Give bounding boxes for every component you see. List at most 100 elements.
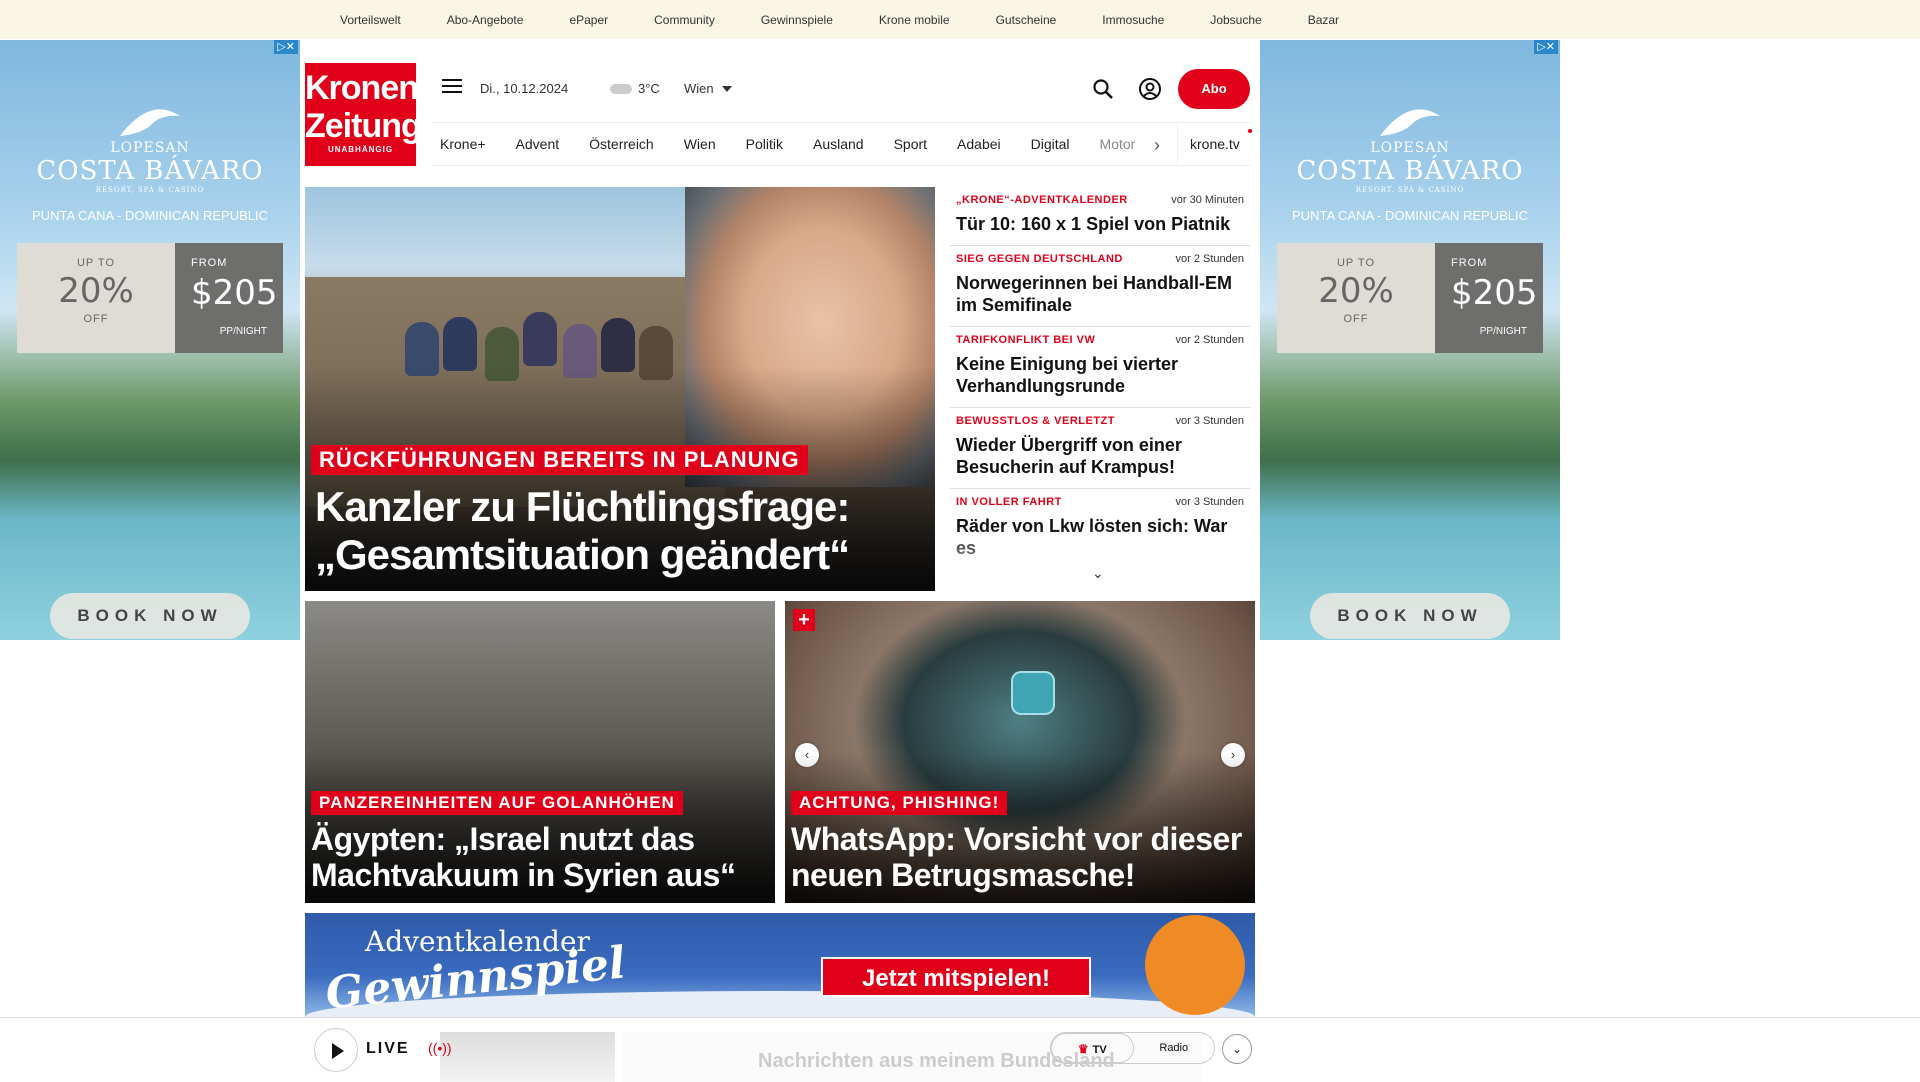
hero-article[interactable]: RÜCKFÜHRUNGEN BEREITS IN PLANUNG Kanzler… xyxy=(305,187,935,591)
ad-discount: UP TO 20% OFF xyxy=(17,243,175,353)
ad-brand: LOPESAN COSTA BÁVARO RESORT, SPA & CASIN… xyxy=(0,95,300,194)
nav-item-krone-plus[interactable]: Krone+ xyxy=(440,136,486,152)
kronen-zeitung-logo[interactable]: Kronen Zeitung UNABHÄNGIG xyxy=(305,63,422,166)
toggle-radio[interactable]: Radio xyxy=(1134,1033,1215,1063)
nav-item-ausland[interactable]: Ausland xyxy=(813,136,864,152)
nav-item-advent[interactable]: Advent xyxy=(516,136,560,152)
user-account-icon[interactable] xyxy=(1138,77,1162,101)
fox-mascot-icon xyxy=(1145,915,1245,1015)
nav-item-adabei[interactable]: Adabei xyxy=(957,136,1001,152)
ad-upto-label: UP TO xyxy=(1336,257,1376,269)
ad-location: PUNTA CANA - DOMINICAN REPUBLIC xyxy=(32,208,268,223)
logo-tagline: UNABHÄNGIG xyxy=(327,145,394,154)
ticker-item[interactable]: SIEG GEGEN DEUTSCHLAND vor 2 Stunden Norw… xyxy=(950,246,1250,327)
service-link-vorteilswelt[interactable]: Vorteilswelt xyxy=(340,13,401,27)
tv-radio-toggle: ♛ TV Radio xyxy=(1050,1032,1215,1064)
hamburger-menu-icon[interactable] xyxy=(442,79,462,95)
ad-location: PUNTA CANA - DOMINICAN REPUBLIC xyxy=(1292,208,1528,223)
logo-line-2: Zeitung xyxy=(305,107,422,145)
ticker-item[interactable]: TARIFKONFLIKT BEI VW vor 2 Stunden Keine … xyxy=(950,327,1250,408)
ticker-kicker: TARIFKONFLIKT BEI VW xyxy=(956,334,1096,346)
nav-item-motor[interactable]: Motor xyxy=(1100,136,1136,152)
ad-upto-value: 20% xyxy=(58,271,134,311)
ad-promo: UP TO 20% OFF FROM $205 PP/NIGHT xyxy=(17,243,283,353)
ad-close-icon[interactable]: ▷✕ xyxy=(274,40,298,54)
search-icon[interactable] xyxy=(1092,78,1114,100)
article-card[interactable]: PANZEREINHEITEN AUF GOLANHÖHEN Ägypten: … xyxy=(305,601,775,903)
ad-brand: LOPESAN COSTA BÁVARO RESORT, SPA & CASIN… xyxy=(1260,95,1560,194)
card-kicker: PANZEREINHEITEN AUF GOLANHÖHEN xyxy=(311,791,683,815)
ad-skyscraper-right[interactable]: ▷✕ LOPESAN COSTA BÁVARO RESORT, SPA & CA… xyxy=(1260,40,1560,640)
weather: 3°C xyxy=(610,81,660,96)
nav-item-wien[interactable]: Wien xyxy=(684,136,716,152)
ticker-item[interactable]: „KRONE“-ADVENTKALENDER vor 30 Minuten Tür… xyxy=(950,187,1250,246)
nav-item-politik[interactable]: Politik xyxy=(746,136,783,152)
service-link-epaper[interactable]: ePaper xyxy=(569,13,608,27)
nav-item-krone-tv[interactable]: krone.tv xyxy=(1177,123,1240,165)
ad-from-value: $205 xyxy=(191,273,278,313)
ticker-kicker: BEWUSSTLOS & VERLETZT xyxy=(956,415,1115,427)
ad-upto-value: 20% xyxy=(1318,271,1394,311)
ticker-headline: Wieder Übergriff von einer Besucherin au… xyxy=(956,435,1182,477)
abo-button[interactable]: Abo xyxy=(1178,69,1250,109)
ticker-kicker: SIEG GEGEN DEUTSCHLAND xyxy=(956,253,1123,265)
ad-off-label: OFF xyxy=(1343,313,1369,325)
service-link-immosuche[interactable]: Immosuche xyxy=(1102,13,1164,27)
header: Di., 10.12.2024 3°C Wien Abo xyxy=(430,63,1260,113)
service-links: Vorteilswelt Abo-Angebote ePaper Communi… xyxy=(340,0,1385,39)
expand-chevron-icon[interactable]: ⌄ xyxy=(1222,1034,1252,1064)
ticker-headline: Tür 10: 160 x 1 Spiel von Piatnik xyxy=(956,214,1231,234)
ad-from-label: FROM xyxy=(1451,257,1488,269)
chevron-down-icon[interactable]: ⌄ xyxy=(1092,565,1104,582)
service-link-krone-mobile[interactable]: Krone mobile xyxy=(879,13,950,27)
ad-price: FROM $205 PP/NIGHT xyxy=(175,243,283,353)
play-button-icon[interactable] xyxy=(314,1028,358,1072)
service-link-gewinnspiele[interactable]: Gewinnspiele xyxy=(761,13,833,27)
ad-brand-sub: RESORT, SPA & CASINO xyxy=(95,186,205,194)
ad-brand-name: COSTA BÁVARO xyxy=(36,156,264,186)
cloud-icon xyxy=(610,83,632,94)
card-title: WhatsApp: Vorsicht vor dieser neuen Betr… xyxy=(791,821,1242,893)
city-selector[interactable]: Wien xyxy=(684,81,732,96)
krone-plus-icon: + xyxy=(793,609,815,631)
article-card-carousel[interactable]: + ‹ › ACHTUNG, PHISHING! WhatsApp: Vorsi… xyxy=(785,601,1255,903)
nav-list: Krone+ Advent Österreich Wien Politik Au… xyxy=(432,123,1250,165)
crown-icon: ♛ xyxy=(1077,1042,1089,1056)
nav-item-digital[interactable]: Digital xyxy=(1031,136,1070,152)
ad-from-label: FROM xyxy=(191,257,228,269)
top-service-bar: Vorteilswelt Abo-Angebote ePaper Communi… xyxy=(0,0,1920,39)
current-date: Di., 10.12.2024 xyxy=(480,81,569,96)
nav-item-sport[interactable]: Sport xyxy=(894,136,927,152)
chevron-right-icon[interactable]: › xyxy=(1154,135,1160,156)
ad-skyscraper-left[interactable]: ▷✕ LOPESAN COSTA BÁVARO RESORT, SPA & CA… xyxy=(0,40,300,640)
player-thumbnail xyxy=(440,1032,615,1082)
service-link-jobsuche[interactable]: Jobsuche xyxy=(1210,13,1261,27)
ad-close-icon[interactable]: ▷✕ xyxy=(1534,40,1558,54)
service-link-bazar[interactable]: Bazar xyxy=(1308,13,1339,27)
ad-book-now-button[interactable]: BOOK NOW xyxy=(1310,593,1510,639)
service-link-abo[interactable]: Abo-Angebote xyxy=(447,13,524,27)
logo-line-1: Kronen xyxy=(305,69,419,107)
toggle-tv[interactable]: ♛ TV xyxy=(1051,1033,1134,1063)
ad-book-now-button[interactable]: BOOK NOW xyxy=(50,593,250,639)
nav-item-oesterreich[interactable]: Österreich xyxy=(589,136,654,152)
ad-ppnight: PP/NIGHT xyxy=(1479,326,1527,337)
ticker-time: vor 2 Stunden xyxy=(1175,253,1245,265)
adventkalender-banner[interactable]: Adventkalender Gewinnspiel Jetzt mitspie… xyxy=(305,913,1255,1017)
live-player-bar: Nachrichten aus meinem Bundesland LIVE (… xyxy=(0,1017,1920,1082)
card-title: Ägypten: „Israel nutzt das Machtvakuum i… xyxy=(311,821,736,893)
ticker-item[interactable]: BEWUSSTLOS & VERLETZT vor 3 Stunden Wiede… xyxy=(950,408,1250,489)
banner-cta-button[interactable]: Jetzt mitspielen! xyxy=(821,957,1091,997)
news-ticker: „KRONE“-ADVENTKALENDER vor 30 Minuten Tür… xyxy=(950,187,1250,597)
ad-upto-label: UP TO xyxy=(76,257,116,269)
service-link-community[interactable]: Community xyxy=(654,13,715,27)
ad-brand-name: COSTA BÁVARO xyxy=(1296,156,1524,186)
ticker-kicker: IN VOLLER FAHRT xyxy=(956,496,1062,508)
hero-title: Kanzler zu Flüchtlingsfrage: „Gesamtsitu… xyxy=(315,483,850,578)
ticker-time: vor 2 Stunden xyxy=(1175,334,1245,346)
ad-brand-sub: RESORT, SPA & CASINO xyxy=(1355,186,1465,194)
ticker-time: vor 30 Minuten xyxy=(1171,194,1244,206)
service-link-gutscheine[interactable]: Gutscheine xyxy=(996,13,1057,27)
ad-discount: UP TO 20% OFF xyxy=(1277,243,1435,353)
ad-from-value: $205 xyxy=(1451,273,1538,313)
